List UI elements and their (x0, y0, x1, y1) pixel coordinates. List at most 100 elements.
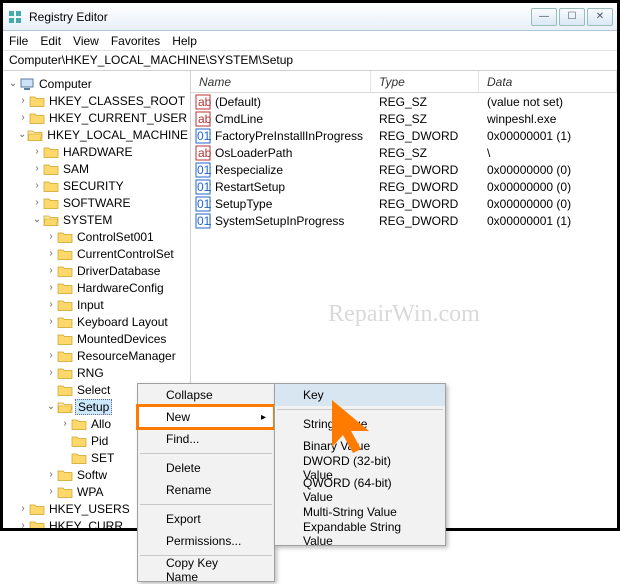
tree-node[interactable]: ›Keyboard Layout (3, 313, 190, 330)
tree-node[interactable]: ›HKEY_CLASSES_ROOT (3, 92, 190, 109)
tree-label: Input (75, 298, 106, 312)
menu-view[interactable]: View (73, 34, 99, 48)
tree-label: SYSTEM (61, 213, 114, 227)
menu-edit[interactable]: Edit (40, 34, 61, 48)
menu-rename[interactable]: Rename (138, 479, 274, 501)
menubar: File Edit View Favorites Help (3, 31, 617, 51)
expand-icon[interactable]: › (45, 469, 57, 480)
expand-icon[interactable]: › (45, 231, 57, 242)
value-data: winpeshl.exe (479, 112, 617, 126)
folder-icon (27, 128, 43, 142)
collapse-icon[interactable]: ⌄ (7, 78, 19, 89)
menu-string-value[interactable]: String Value (275, 413, 445, 435)
tree-root[interactable]: ⌄Computer (3, 75, 190, 92)
expand-icon[interactable]: › (31, 146, 43, 157)
expand-icon[interactable]: › (31, 180, 43, 191)
col-type[interactable]: Type (371, 71, 479, 92)
menu-permissions[interactable]: Permissions... (138, 530, 274, 552)
tree-node[interactable]: ›ControlSet001 (3, 228, 190, 245)
menu-find[interactable]: Find... (138, 428, 274, 450)
expand-icon[interactable]: › (45, 265, 57, 276)
tree-node[interactable]: MountedDevices (3, 330, 190, 347)
collapse-icon[interactable]: ⌄ (31, 214, 43, 225)
menu-key[interactable]: Key (275, 384, 445, 406)
tree-label: SET (89, 451, 116, 465)
expand-icon[interactable]: › (45, 316, 57, 327)
value-icon (195, 179, 211, 195)
collapse-icon[interactable]: ⌄ (45, 401, 57, 412)
expand-icon[interactable]: › (45, 350, 57, 361)
tree-node[interactable]: ›HardwareConfig (3, 279, 190, 296)
tree-node[interactable]: ›CurrentControlSet (3, 245, 190, 262)
col-data[interactable]: Data (479, 71, 617, 92)
folder-icon (57, 264, 73, 278)
value-row[interactable]: SystemSetupInProgressREG_DWORD0x00000001… (191, 212, 617, 229)
watermark: RepairWin.com (328, 301, 480, 328)
tree-node[interactable]: ›SAM (3, 160, 190, 177)
menu-collapse[interactable]: Collapse (138, 384, 274, 406)
value-row[interactable]: RespecializeREG_DWORD0x00000000 (0) (191, 161, 617, 178)
value-row[interactable]: FactoryPreInstallInProgressREG_DWORD0x00… (191, 127, 617, 144)
address-bar[interactable]: Computer\HKEY_LOCAL_MACHINE\SYSTEM\Setup (3, 51, 617, 71)
tree-node[interactable]: ›SECURITY (3, 177, 190, 194)
expand-icon[interactable]: › (45, 248, 57, 259)
tree-node[interactable]: ›DriverDatabase (3, 262, 190, 279)
menu-delete[interactable]: Delete (138, 457, 274, 479)
menu-label: Permissions... (166, 534, 241, 548)
tree-node[interactable]: ›SOFTWARE (3, 194, 190, 211)
value-row[interactable]: (Default)REG_SZ(value not set) (191, 93, 617, 110)
expand-icon[interactable]: › (17, 520, 29, 528)
value-type: REG_SZ (371, 146, 479, 160)
tree-node[interactable]: ⌄ HKEY_LOCAL_MACHINE (3, 126, 190, 143)
tree-node[interactable]: › RNG (3, 364, 190, 381)
tree-node[interactable]: › Input (3, 296, 190, 313)
expand-icon[interactable]: › (45, 486, 57, 497)
tree-node[interactable]: ›HARDWARE (3, 143, 190, 160)
expand-icon[interactable]: › (59, 418, 71, 429)
menu-expandable-string-value[interactable]: Expandable String Value (275, 523, 445, 545)
minimize-button[interactable]: — (531, 8, 557, 26)
menu-copy-key-name[interactable]: Copy Key Name (138, 559, 274, 581)
menu-qword-value[interactable]: QWORD (64-bit) Value (275, 479, 445, 501)
tree-label: HKEY_CURR (47, 519, 125, 529)
menu-new[interactable]: New▸ (138, 406, 274, 428)
close-button[interactable]: ✕ (587, 8, 613, 26)
expand-icon[interactable]: › (17, 112, 29, 123)
tree-node[interactable]: ›HKEY_CURRENT_USER (3, 109, 190, 126)
tree-label: HKEY_LOCAL_MACHINE (45, 128, 190, 142)
window-title: Registry Editor (29, 10, 531, 24)
col-name[interactable]: Name (191, 71, 371, 92)
value-data: 0x00000000 (0) (479, 163, 617, 177)
folder-icon (29, 94, 45, 108)
collapse-icon[interactable]: ⌄ (17, 129, 27, 140)
menu-export[interactable]: Export (138, 508, 274, 530)
tree-node[interactable]: ⌄ SYSTEM (3, 211, 190, 228)
value-row[interactable]: CmdLineREG_SZwinpeshl.exe (191, 110, 617, 127)
tree-node[interactable]: ›ResourceManager (3, 347, 190, 364)
menu-label: Expandable String Value (303, 520, 421, 548)
expand-icon[interactable]: › (45, 299, 57, 310)
value-row[interactable]: SetupTypeREG_DWORD0x00000000 (0) (191, 195, 617, 212)
menu-label: Collapse (166, 388, 213, 402)
value-name: SetupType (215, 197, 272, 211)
folder-icon (57, 349, 73, 363)
value-row[interactable]: OsLoaderPathREG_SZ\ (191, 144, 617, 161)
value-icon (195, 196, 211, 212)
expand-icon[interactable]: › (45, 282, 57, 293)
menu-favorites[interactable]: Favorites (111, 34, 160, 48)
tree-label: RNG (75, 366, 106, 380)
menu-label: Binary Value (303, 439, 370, 453)
menu-help[interactable]: Help (172, 34, 197, 48)
folder-icon (57, 281, 73, 295)
maximize-button[interactable]: ☐ (559, 8, 585, 26)
folder-icon (29, 502, 45, 516)
expand-icon[interactable]: › (31, 197, 43, 208)
expand-icon[interactable]: › (45, 367, 57, 378)
expand-icon[interactable]: › (17, 503, 29, 514)
value-row[interactable]: RestartSetupREG_DWORD0x00000000 (0) (191, 178, 617, 195)
expand-icon[interactable]: › (17, 95, 29, 106)
separator (277, 409, 443, 410)
menu-label: Rename (166, 483, 211, 497)
menu-file[interactable]: File (9, 34, 28, 48)
expand-icon[interactable]: › (31, 163, 43, 174)
